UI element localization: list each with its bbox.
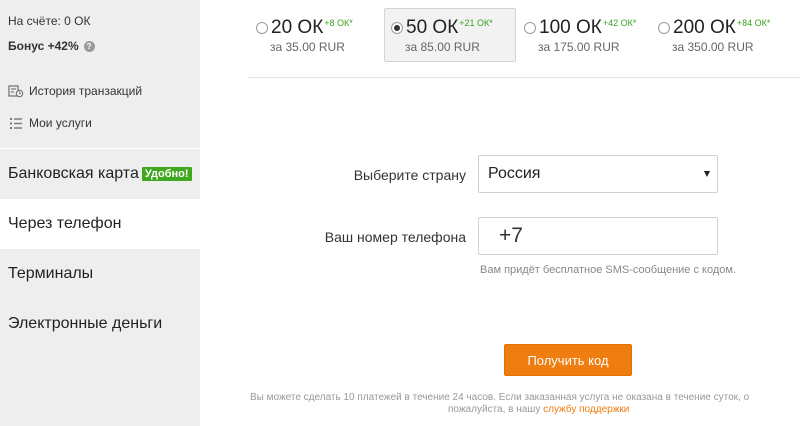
- menu-item-label: Электронные деньги: [8, 315, 163, 332]
- country-label: Выберите страну: [353, 167, 466, 183]
- menu-item-bank-card[interactable]: Банковская карта Удобно!: [0, 149, 200, 199]
- convenient-badge: Удобно!: [141, 167, 192, 181]
- help-icon[interactable]: ?: [83, 40, 95, 52]
- package-option-100[interactable]: 100 ОК +42 ОК* за 175.00 RUR: [516, 8, 648, 62]
- menu-item-label: Через телефон: [8, 215, 122, 232]
- package-option-20[interactable]: 20 ОК +8 ОК* за 35.00 RUR: [248, 8, 380, 62]
- package-amount: 200 ОК: [673, 17, 736, 38]
- package-amount: 20 ОК: [271, 17, 324, 38]
- my-services-label: Мои услуги: [29, 116, 92, 130]
- phone-label: Ваш номер телефона: [324, 229, 466, 245]
- my-services-link[interactable]: Мои услуги: [8, 116, 92, 130]
- country-select-value: Россия: [488, 165, 541, 182]
- list-icon: [8, 116, 24, 130]
- package-bonus: +84 ОК*: [736, 18, 771, 28]
- footnote-line-1: Вы можете сделать 10 платежей в течение …: [250, 392, 750, 403]
- sms-hint: Вам придёт бесплатное SMS-сообщение с ко…: [480, 264, 736, 276]
- radio-button-selected[interactable]: [391, 22, 403, 34]
- radio-button[interactable]: [658, 22, 670, 34]
- dropdown-arrow-icon: [704, 171, 710, 177]
- sidebar: На счёте: 0 ОК Бонус +42% ? История тран…: [0, 0, 200, 426]
- transaction-history-label: История транзакций: [29, 84, 143, 98]
- footnote-line-2: пожалуйста, в нашу службу поддержки: [448, 404, 629, 416]
- package-price: за 35.00 RUR: [270, 40, 345, 54]
- phone-number-input[interactable]: [478, 217, 718, 255]
- payment-methods-menu: Банковская карта Удобно! Через телефон Т…: [0, 149, 200, 349]
- menu-item-e-money[interactable]: Электронные деньги: [0, 299, 200, 349]
- package-bonus: +21 ОК*: [459, 18, 493, 28]
- bonus-label: Бонус +42%: [8, 39, 79, 53]
- package-option-200[interactable]: 200 ОК +84 ОК* за 350.00 RUR: [650, 8, 782, 62]
- support-link[interactable]: службу поддержки: [543, 404, 629, 415]
- package-option-50[interactable]: 50 ОК +21 ОК* за 85.00 RUR: [384, 8, 516, 62]
- account-balance: На счёте: 0 ОК: [8, 14, 91, 28]
- radio-button[interactable]: [524, 22, 536, 34]
- package-bonus: +8 ОК*: [324, 18, 353, 28]
- package-price: за 175.00 RUR: [538, 40, 620, 54]
- package-options: 20 ОК +8 ОК* за 35.00 RUR 50 ОК +21 ОК* …: [248, 8, 800, 78]
- menu-item-label: Терминалы: [8, 265, 94, 282]
- package-price: за 85.00 RUR: [405, 40, 480, 54]
- bonus-info: Бонус +42% ?: [8, 39, 95, 53]
- menu-item-terminals[interactable]: Терминалы: [0, 249, 200, 299]
- menu-item-phone[interactable]: Через телефон: [0, 199, 200, 249]
- transaction-history-link[interactable]: История транзакций: [8, 84, 142, 98]
- footnote-text: пожалуйста, в нашу: [448, 404, 544, 415]
- package-amount: 100 ОК: [539, 17, 602, 38]
- history-icon: [8, 84, 24, 98]
- package-bonus: +42 ОК*: [602, 18, 637, 28]
- package-price: за 350.00 RUR: [672, 40, 754, 54]
- menu-item-label: Банковская карта: [8, 165, 139, 182]
- country-select[interactable]: Россия: [478, 155, 718, 193]
- package-amount: 50 ОК: [406, 17, 459, 38]
- get-code-button[interactable]: Получить код: [504, 344, 632, 376]
- radio-button[interactable]: [256, 22, 268, 34]
